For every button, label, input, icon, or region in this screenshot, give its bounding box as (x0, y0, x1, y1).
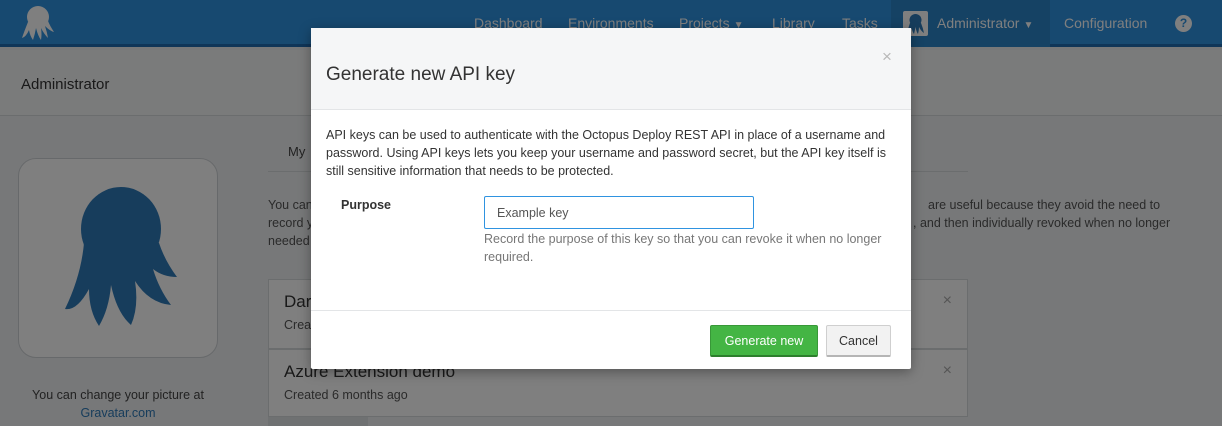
purpose-input[interactable] (484, 196, 754, 229)
modal-header: Generate new API key × (311, 28, 911, 110)
close-icon[interactable]: × (882, 48, 892, 65)
modal-footer: Generate new Cancel (311, 310, 911, 369)
purpose-help-text: Record the purpose of this key so that y… (484, 232, 882, 264)
modal-description: API keys can be used to authenticate wit… (326, 128, 886, 178)
purpose-label: Purpose (341, 198, 392, 212)
generate-new-button[interactable]: Generate new (710, 325, 818, 357)
generate-api-key-dialog: Generate new API key × API keys can be u… (311, 28, 911, 369)
modal-title: Generate new API key (326, 64, 516, 85)
cancel-button[interactable]: Cancel (826, 325, 891, 357)
